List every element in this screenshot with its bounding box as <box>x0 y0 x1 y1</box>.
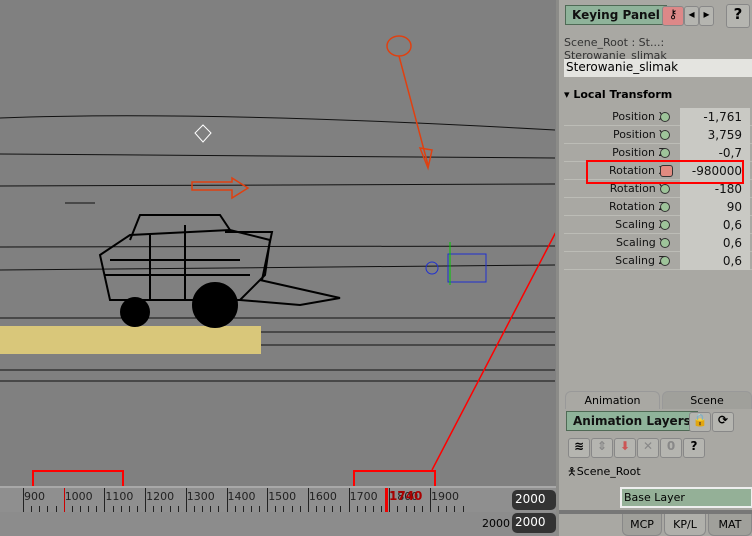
key-indicator-icon[interactable] <box>660 112 670 122</box>
key-indicator-icon[interactable] <box>660 256 670 266</box>
property-row: Rotation Z 90 <box>564 198 752 216</box>
extract-layer-icon[interactable]: ⬇ <box>614 438 636 458</box>
property-label: Scaling X <box>615 218 666 231</box>
next-key-button[interactable]: ▸ <box>699 6 714 26</box>
tick-label: 1200 <box>146 490 175 503</box>
annotation-box <box>586 160 744 184</box>
property-label: Position Y <box>612 128 666 141</box>
property-label: Rotation Z <box>608 200 666 213</box>
key-indicator-icon[interactable] <box>660 238 670 248</box>
prev-key-button[interactable]: ◂ <box>684 6 699 26</box>
annotation-line <box>431 232 555 471</box>
property-row: Scaling Z 0,6 <box>564 252 752 270</box>
merge-layer-icon[interactable]: ⇕ <box>591 438 613 458</box>
locator-gizmo <box>194 124 212 143</box>
scene-drawing <box>0 35 555 471</box>
range-end-field[interactable]: 2000 <box>512 513 556 533</box>
tab-scene[interactable]: Scene <box>662 391 752 409</box>
range-end-label: 2000 <box>482 517 510 530</box>
tick-label: 1700 <box>349 490 378 503</box>
property-row: Scaling Y 0,6 <box>564 234 752 252</box>
property-row: Position X -1,761 <box>564 108 752 126</box>
property-value-field[interactable]: 90 <box>680 198 750 216</box>
help-button[interactable]: ? <box>726 4 750 28</box>
delete-layer-icon[interactable]: ✕ <box>637 438 659 458</box>
ground-plane <box>0 326 261 354</box>
playhead[interactable] <box>385 488 388 512</box>
tab-mat[interactable]: MAT <box>708 514 752 536</box>
property-value-field[interactable]: 0,6 <box>680 252 750 270</box>
property-value-field[interactable]: 0,6 <box>680 234 750 252</box>
property-label: Position X <box>612 110 666 123</box>
keying-panel: Keying Panel ⚷ ◂ ▸ ? Scene_Root : St...:… <box>556 0 752 536</box>
harvester-wireframe <box>98 214 341 328</box>
property-label: Scaling Z <box>615 254 666 267</box>
character-icon: 🯅 <box>567 465 577 478</box>
property-label: Position Z <box>612 146 666 159</box>
3d-viewport[interactable] <box>0 0 555 486</box>
collapse-icon: ▾ <box>564 88 574 101</box>
layers-help-icon[interactable]: ? <box>683 438 705 458</box>
tick-label: 1600 <box>308 490 337 503</box>
scene-root-item[interactable]: 🯅Scene_Root <box>567 463 641 482</box>
key-indicator-icon[interactable] <box>660 148 670 158</box>
lock-icon[interactable]: 🔒 <box>689 412 711 432</box>
local-transform-header[interactable]: ▾ Local Transform <box>564 88 672 101</box>
end-frame-field[interactable]: 2000 <box>512 490 556 510</box>
property-row: Scaling X 0,6 <box>564 216 752 234</box>
tab-animation[interactable]: Animation <box>565 391 660 409</box>
property-value-field[interactable]: 3,759 <box>680 126 750 144</box>
previous-marker <box>64 488 65 512</box>
key-indicator-icon[interactable] <box>660 202 670 212</box>
add-layer-icon[interactable]: ≋ <box>568 438 590 458</box>
tick-label: 1000 <box>64 490 93 503</box>
tab-kpl[interactable]: KP/L <box>664 514 706 536</box>
key-icon[interactable]: ⚷ <box>662 6 684 26</box>
property-row: Position Y 3,759 <box>564 126 752 144</box>
animation-layers-button[interactable]: Animation Layers <box>566 411 698 431</box>
blue-control <box>425 242 487 285</box>
object-name-field[interactable]: Sterowanie_slimak <box>564 59 752 77</box>
range-slider[interactable]: 2000 <box>0 512 556 536</box>
tick-label: 1100 <box>105 490 134 503</box>
key-indicator-icon[interactable] <box>660 220 670 230</box>
timeline-ruler[interactable]: 900 1000 1100 1200 1300 1400 1500 1600 1700 1800 1… <box>0 486 556 512</box>
tick-label: 1900 <box>431 490 459 503</box>
tick-label: 900 <box>24 490 45 503</box>
property-value-field[interactable]: -1,761 <box>680 108 750 126</box>
property-label: Scaling Y <box>615 236 666 249</box>
tick-label: 1400 <box>227 490 256 503</box>
key-indicator-icon[interactable] <box>660 130 670 140</box>
tick-label: 1500 <box>268 490 297 503</box>
tick-label: 1300 <box>186 490 215 503</box>
keying-panel-button[interactable]: Keying Panel <box>565 5 667 25</box>
refresh-icon[interactable]: ⟳ <box>712 412 734 432</box>
key-indicator-icon[interactable] <box>660 184 670 194</box>
property-value-field[interactable]: 0,6 <box>680 216 750 234</box>
base-layer-item[interactable]: Base Layer <box>620 487 752 508</box>
zero-layer-icon[interactable]: 0 <box>660 438 682 458</box>
current-frame: 1740 <box>389 489 423 503</box>
tab-mcp[interactable]: MCP <box>622 514 662 536</box>
